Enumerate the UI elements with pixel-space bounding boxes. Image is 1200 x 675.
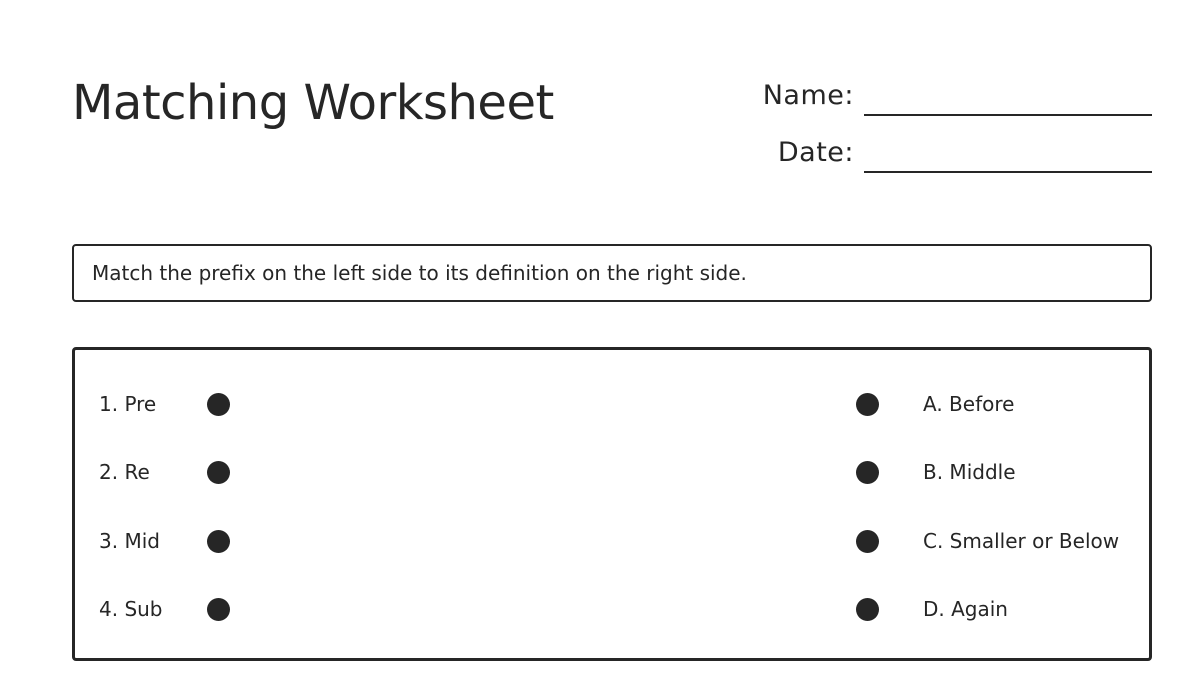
instructions-text: Match the prefix on the left side to its… bbox=[92, 261, 747, 285]
prefix-connector-dot[interactable] bbox=[207, 530, 230, 553]
definition-connector-dot[interactable] bbox=[856, 530, 879, 553]
date-field[interactable]: Date: bbox=[700, 133, 1152, 173]
date-label: Date: bbox=[777, 137, 854, 168]
prefix-item: 3. Mid bbox=[99, 529, 160, 553]
definition-item: B. Middle bbox=[923, 460, 1016, 484]
date-underline[interactable] bbox=[864, 171, 1152, 173]
matching-area: 1. Pre 2. Re 3. Mid 4. Sub A. Before B. … bbox=[72, 347, 1152, 661]
name-label: Name: bbox=[762, 80, 854, 111]
prefix-connector-dot[interactable] bbox=[207, 598, 230, 621]
definition-connector-dot[interactable] bbox=[856, 393, 879, 416]
definition-connector-dot[interactable] bbox=[856, 598, 879, 621]
definition-item: A. Before bbox=[923, 392, 1015, 416]
page-title: Matching Worksheet bbox=[72, 75, 554, 131]
prefix-connector-dot[interactable] bbox=[207, 393, 230, 416]
definition-item: D. Again bbox=[923, 597, 1008, 621]
definition-item: C. Smaller or Below bbox=[923, 529, 1120, 553]
definition-connector-dot[interactable] bbox=[856, 461, 879, 484]
prefix-item: 1. Pre bbox=[99, 392, 157, 416]
prefix-item: 4. Sub bbox=[99, 597, 163, 621]
name-underline[interactable] bbox=[864, 114, 1152, 116]
name-field[interactable]: Name: bbox=[700, 76, 1152, 116]
instructions-box: Match the prefix on the left side to its… bbox=[72, 244, 1152, 302]
prefix-connector-dot[interactable] bbox=[207, 461, 230, 484]
prefix-item: 2. Re bbox=[99, 460, 150, 484]
